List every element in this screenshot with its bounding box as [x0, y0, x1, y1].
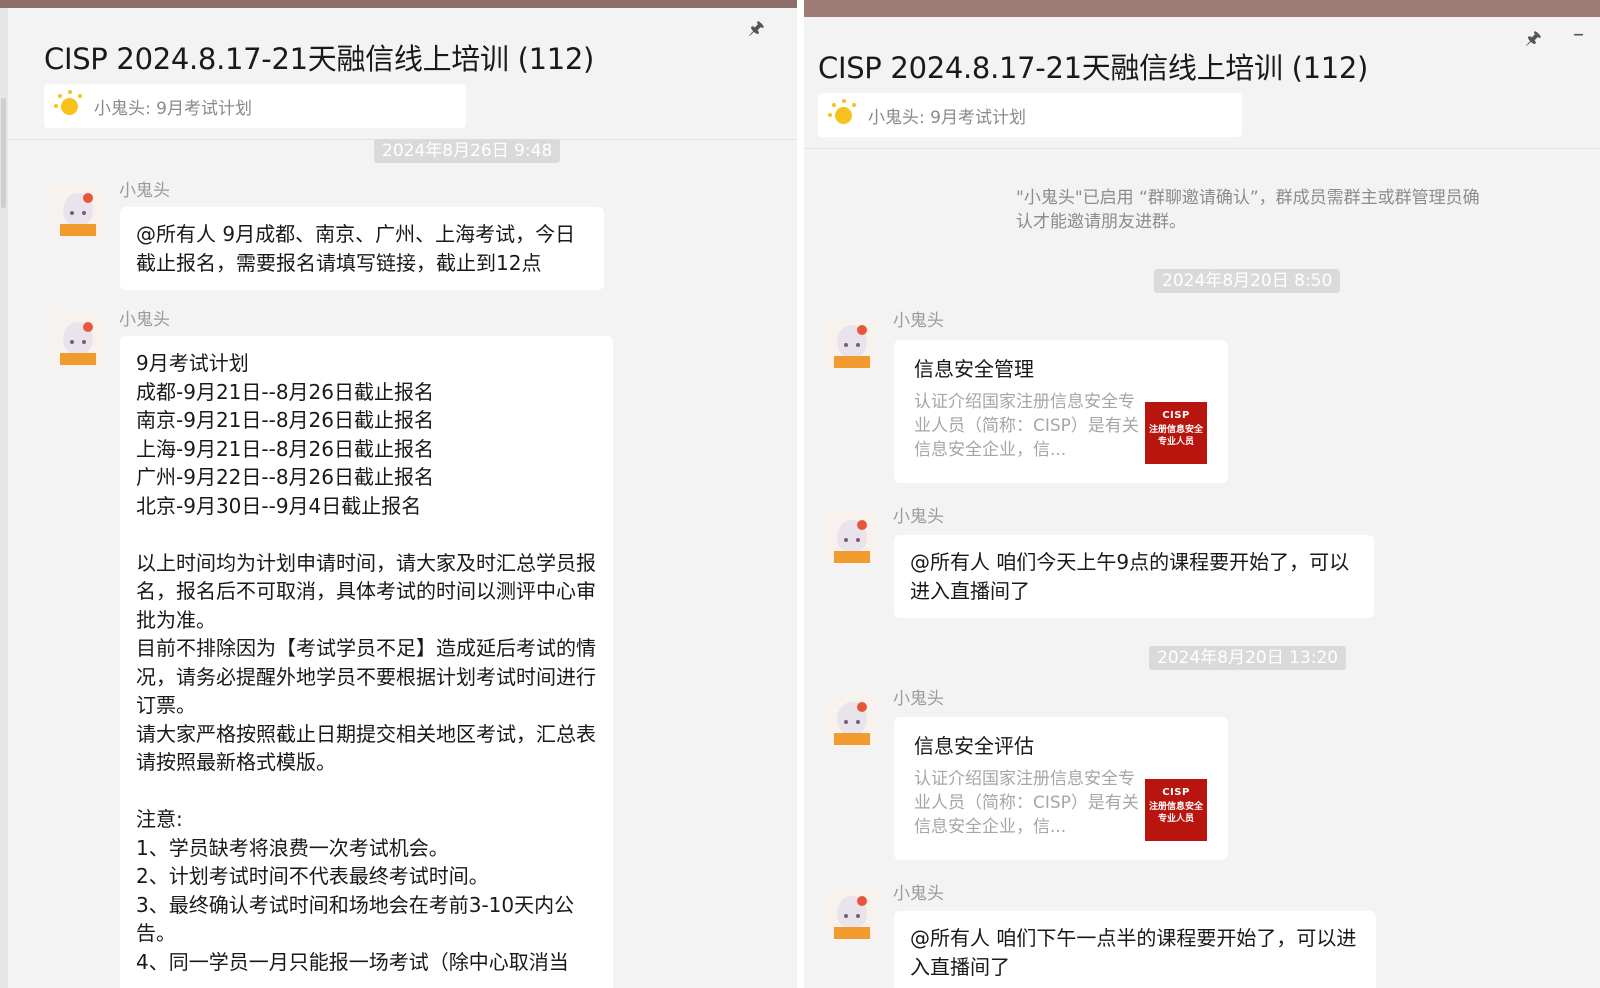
avatar[interactable]	[52, 184, 104, 236]
notice-text: 小鬼头: 9月考试计划	[868, 107, 1026, 128]
chat-window-left: CISP 2024.8.17-21天融信线上培训 (112) 🖈 小鬼头: 9月…	[0, 0, 797, 988]
card-description: 认证介绍国家注册信息安全专业人员（简称：CISP）是有关信息安全企业，信...	[914, 769, 1139, 837]
pin-icon[interactable]: 🖈	[748, 16, 765, 46]
message-bubble[interactable]: 9月考试计划 成都-9月21日--8月26日截止报名 南京-9月21日--8月2…	[120, 336, 613, 988]
scrollbar-thumb[interactable]	[1, 98, 6, 208]
chat-window-right: CISP 2024.8.17-21天融信线上培训 (112) 🖈 – 小鬼头: …	[804, 0, 1600, 988]
timestamp: 2024年8月26日 9:48	[374, 139, 561, 163]
sender-name: 小鬼头	[893, 884, 944, 904]
card-description: 认证介绍国家注册信息安全专业人员（简称：CISP）是有关信息安全企业，信...	[914, 392, 1139, 460]
left-scroll-edge	[0, 8, 8, 988]
sender-name: 小鬼头	[893, 689, 944, 709]
sun-icon	[828, 99, 860, 131]
notice-text: 小鬼头: 9月考试计划	[94, 98, 252, 119]
chat-title: CISP 2024.8.17-21天融信线上培训 (112)	[818, 51, 1369, 85]
chat-title: CISP 2024.8.17-21天融信线上培训 (112)	[44, 42, 595, 76]
avatar[interactable]	[826, 887, 878, 939]
card-title: 信息安全管理	[914, 357, 1034, 381]
cisp-logo-thumbnail: CISP 注册信息安全专业人员	[1145, 402, 1207, 464]
link-card[interactable]: 信息安全管理 认证介绍国家注册信息安全专业人员（简称：CISP）是有关信息安全企…	[894, 340, 1228, 483]
avatar[interactable]	[52, 313, 104, 365]
avatar[interactable]	[826, 316, 878, 368]
group-notice[interactable]: 小鬼头: 9月考试计划	[44, 84, 466, 128]
sender-name: 小鬼头	[119, 181, 170, 201]
avatar[interactable]	[826, 511, 878, 563]
sender-name: 小鬼头	[893, 311, 944, 331]
cisp-logo-thumbnail: CISP 注册信息安全专业人员	[1145, 779, 1207, 841]
card-title: 信息安全评估	[914, 734, 1034, 758]
timestamp: 2024年8月20日 13:20	[1149, 646, 1347, 670]
system-message: "小鬼头"已启用 “群聊邀请确认”，群成员需群主或群管理员确认才能邀请朋友进群。	[1016, 188, 1480, 232]
minimize-icon[interactable]: –	[1573, 22, 1584, 47]
sender-name: 小鬼头	[893, 507, 944, 527]
message-bubble[interactable]: @所有人 咱们今天上午9点的课程要开始了，可以进入直播间了	[894, 535, 1374, 618]
message-bubble[interactable]: @所有人 9月成都、南京、广州、上海考试，今日截止报名，需要报名请填写链接，截止…	[120, 207, 604, 290]
header-divider	[804, 148, 1600, 149]
link-card[interactable]: 信息安全评估 认证介绍国家注册信息安全专业人员（简称：CISP）是有关信息安全企…	[894, 717, 1228, 860]
window-top-strip	[804, 0, 1600, 17]
sender-name: 小鬼头	[119, 310, 170, 330]
window-top-strip	[0, 0, 797, 8]
pin-icon[interactable]: 🖈	[1525, 26, 1542, 56]
window-gap	[797, 0, 804, 988]
avatar[interactable]	[826, 693, 878, 745]
timestamp: 2024年8月20日 8:50	[1154, 269, 1341, 293]
sun-icon	[54, 90, 86, 122]
message-bubble[interactable]: @所有人 咱们下午一点半的课程要开始了，可以进入直播间了	[894, 911, 1376, 988]
group-notice[interactable]: 小鬼头: 9月考试计划	[818, 93, 1242, 137]
